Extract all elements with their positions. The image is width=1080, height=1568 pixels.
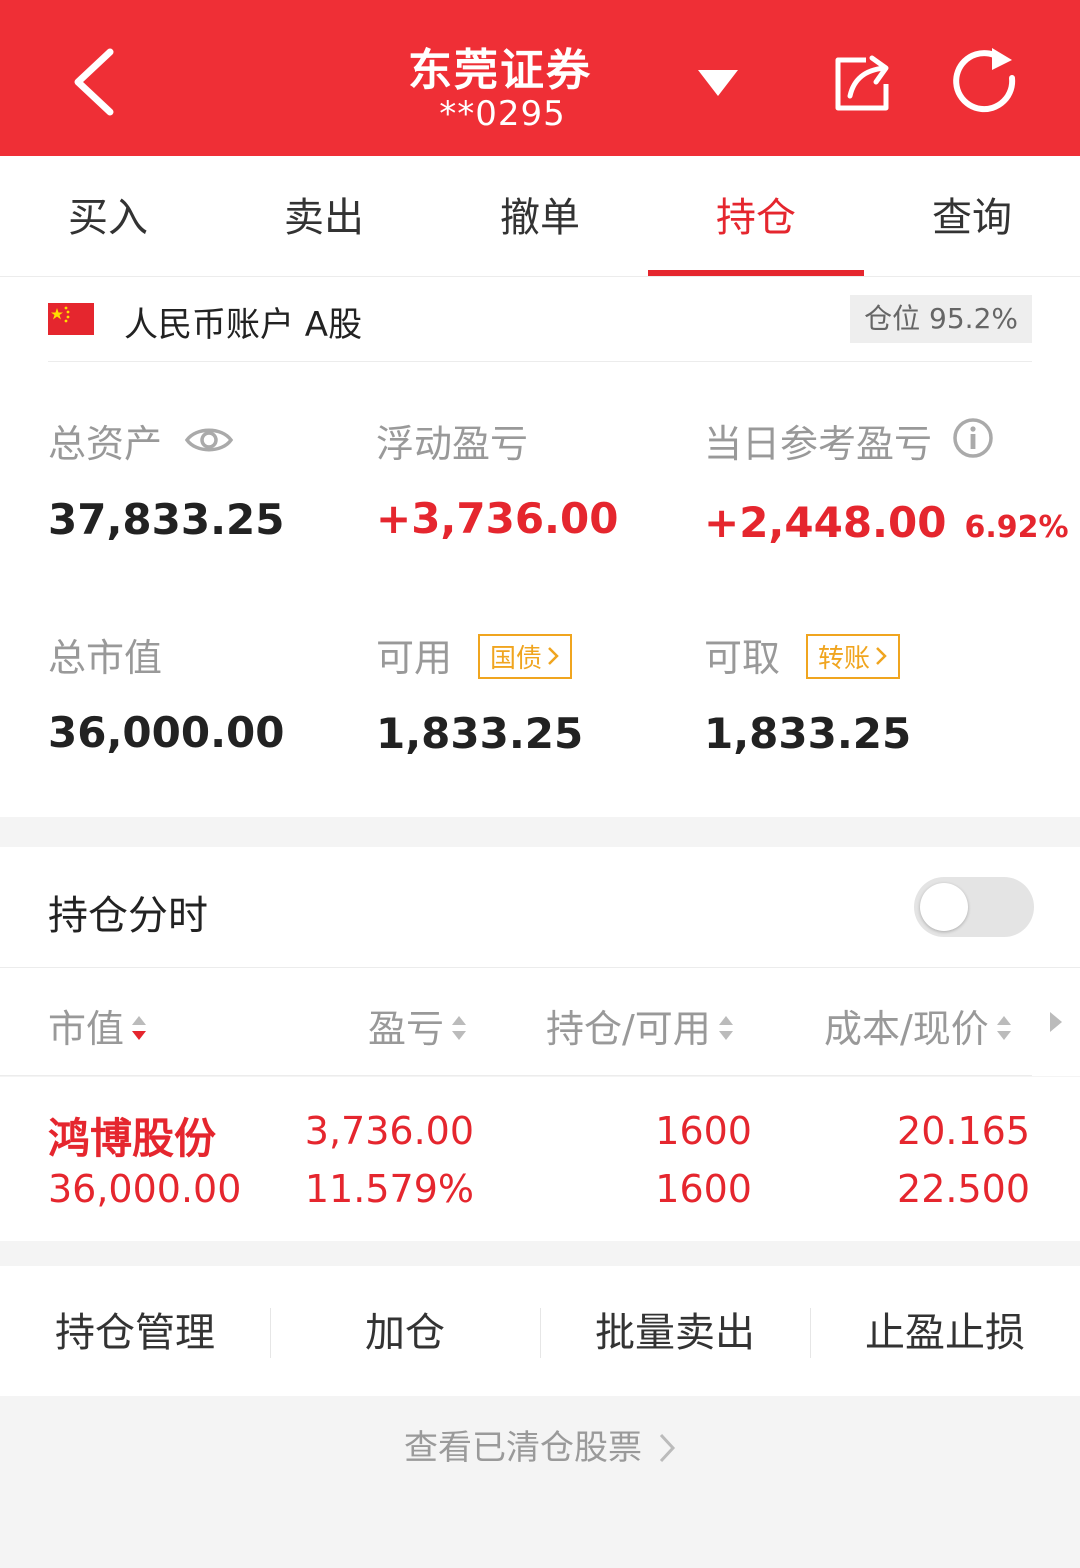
holdings-intraday-row: 持仓分时 [0, 847, 1080, 968]
withdrawable-cell: 可取 转账 1,833.25 [704, 627, 911, 758]
stock-pnl-percent: 11.579% [304, 1167, 474, 1211]
daily-pnl-label: 当日参考盈亏 [704, 422, 933, 466]
withdrawable-value: 1,833.25 [704, 709, 912, 758]
holdings-table-header: 市值 盈亏 持仓/可用 成本/现价 [0, 968, 1080, 1076]
view-cleared-stocks-link[interactable]: 查看已清仓股票 [0, 1420, 1080, 1469]
toggle-visibility-button[interactable] [184, 421, 234, 465]
header-cost-price[interactable]: 成本/现价 [824, 998, 1013, 1053]
daily-pnl-info-button[interactable] [952, 417, 994, 468]
china-flag-icon [48, 303, 94, 335]
table-row[interactable]: 鸿博股份 36,000.00 3,736.00 11.579% 1600 160… [0, 1077, 1080, 1241]
tab-cancel-order[interactable]: 撤单 [432, 156, 648, 276]
chevron-right-icon [876, 647, 887, 665]
take-profit-stop-loss-button[interactable]: 止盈止损 [810, 1266, 1080, 1396]
top-bar: 东莞证券 **0295 [0, 0, 1080, 156]
position-ratio-badge: 仓位 95.2% [850, 295, 1032, 343]
market-value-label: 总市值 [48, 636, 163, 680]
header-position-available[interactable]: 持仓/可用 [546, 998, 735, 1053]
toggle-knob [920, 883, 968, 931]
tab-query[interactable]: 查询 [864, 156, 1080, 276]
sort-icon [996, 1015, 1011, 1040]
holdings-intraday-label: 持仓分时 [48, 893, 208, 939]
stock-market-value: 36,000.00 [48, 1167, 242, 1211]
sort-icon [718, 1015, 733, 1040]
total-assets-cell: 总资产 37,833.25 [48, 413, 284, 544]
header-market-value[interactable]: 市值 [48, 998, 148, 1053]
chevron-right-icon [548, 647, 559, 665]
available-label: 可用 [376, 636, 453, 680]
header-pnl-label: 盈亏 [368, 1007, 445, 1051]
eye-icon [184, 428, 234, 451]
floating-pnl-value: +3,736.00 [376, 494, 619, 543]
daily-pnl-value: +2,448.00 [704, 498, 947, 547]
withdrawable-label: 可取 [704, 636, 781, 680]
header-divider [0, 1075, 1032, 1076]
manage-holdings-button[interactable]: 持仓管理 [0, 1266, 270, 1396]
stock-position: 1600 [655, 1109, 752, 1153]
available-value: 1,833.25 [376, 709, 584, 758]
total-assets-value: 37,833.25 [48, 494, 285, 544]
account-dropdown-button[interactable] [690, 62, 746, 106]
refresh-button[interactable] [948, 44, 1024, 120]
daily-pnl-cell: 当日参考盈亏 +2,448.00 6.92% [704, 413, 1069, 547]
trade-tabs: 买入 卖出 撤单 持仓 查询 [0, 156, 1080, 277]
header-position-available-label: 持仓/可用 [546, 1007, 711, 1051]
transfer-button[interactable]: 转账 [806, 634, 901, 679]
view-cleared-stocks-label: 查看已清仓股票 [404, 1428, 642, 1468]
tab-holdings[interactable]: 持仓 [648, 156, 864, 276]
available-cell: 可用 国债 1,833.25 [376, 627, 583, 758]
treasury-bond-label: 国债 [490, 644, 543, 674]
account-type-label: 人民币账户 A股 [124, 305, 363, 345]
refresh-icon [953, 48, 1016, 113]
stock-available: 1600 [655, 1167, 752, 1211]
floating-pnl-label: 浮动盈亏 [376, 422, 529, 466]
transfer-label: 转账 [818, 644, 871, 674]
stock-price: 22.500 [897, 1167, 1030, 1211]
share-icon [835, 55, 889, 111]
account-summary: 人民币账户 A股 仓位 95.2% 总资产 37,833.25 浮动盈亏 +3,… [0, 277, 1080, 817]
total-assets-label: 总资产 [48, 422, 163, 466]
sort-desc-icon [132, 1015, 147, 1040]
market-value-value: 36,000.00 [48, 708, 285, 757]
scroll-right-icon[interactable] [1048, 1010, 1064, 1034]
dropdown-icon [698, 70, 738, 96]
stock-pnl: 3,736.00 [304, 1109, 474, 1153]
stock-cost: 20.165 [897, 1109, 1030, 1153]
batch-sell-button[interactable]: 批量卖出 [540, 1266, 810, 1396]
add-position-button[interactable]: 加仓 [270, 1266, 540, 1396]
tab-buy[interactable]: 买入 [0, 156, 216, 276]
market-value-cell: 总市值 36,000.00 [48, 627, 284, 757]
header-cost-price-label: 成本/现价 [824, 1007, 989, 1051]
header-market-value-label: 市值 [48, 1007, 125, 1051]
treasury-bond-button[interactable]: 国债 [478, 634, 573, 679]
account-type-row: 人民币账户 A股 仓位 95.2% [48, 277, 1032, 362]
daily-pnl-percent: 6.92% [964, 510, 1069, 545]
header-pnl[interactable]: 盈亏 [368, 998, 468, 1053]
chevron-right-icon [659, 1433, 676, 1462]
floating-pnl-cell: 浮动盈亏 +3,736.00 [376, 413, 618, 543]
holdings-intraday-toggle[interactable] [914, 877, 1034, 937]
sort-icon [452, 1015, 467, 1040]
holding-actions-bar: 持仓管理 加仓 批量卖出 止盈止损 [0, 1266, 1080, 1396]
stock-name: 鸿博股份 [48, 1114, 217, 1163]
info-icon [953, 418, 993, 458]
tab-sell[interactable]: 卖出 [216, 156, 432, 276]
share-button[interactable] [826, 50, 896, 116]
